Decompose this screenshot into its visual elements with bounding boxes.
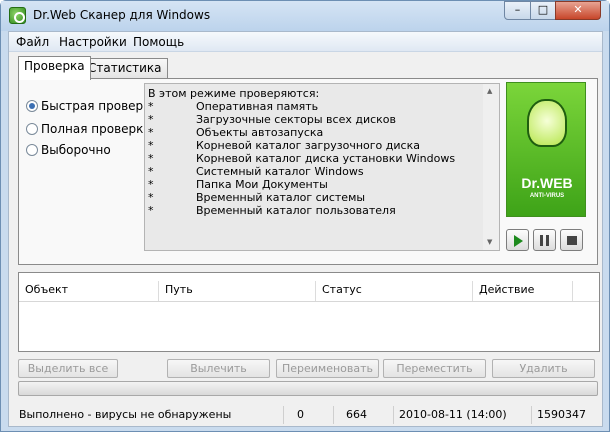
list-item-text: Оперативная память bbox=[196, 100, 319, 113]
menu-help[interactable]: Помощь bbox=[133, 35, 184, 49]
scan-description-box: В этом режиме проверяются: * Оперативная … bbox=[144, 83, 500, 251]
pause-scan-button[interactable] bbox=[533, 229, 556, 251]
list-item-text: Временный каталог системы bbox=[196, 191, 366, 204]
status-count-scanned: 664 bbox=[334, 406, 394, 424]
scroll-up-icon[interactable]: ▲ bbox=[487, 87, 492, 95]
scroll-down-icon[interactable]: ▼ bbox=[487, 238, 492, 246]
column-header-status[interactable]: Статус bbox=[316, 281, 473, 301]
title-bar[interactable]: Dr.Web Сканер для Windows – □ ✕ bbox=[1, 1, 609, 31]
list-item-text: Папка Мои Документы bbox=[196, 178, 328, 191]
cure-button[interactable]: Вылечить bbox=[167, 359, 270, 378]
bullet: * bbox=[148, 152, 154, 165]
scan-description-heading: В этом режиме проверяются: bbox=[148, 87, 320, 100]
status-count-total: 1590347 bbox=[537, 408, 586, 421]
menu-file[interactable]: Файл bbox=[16, 35, 49, 49]
stop-scan-button[interactable] bbox=[560, 229, 583, 251]
close-button[interactable]: ✕ bbox=[555, 1, 601, 20]
header-divider bbox=[19, 301, 599, 302]
radio-quick-scan[interactable]: Быстрая проверка bbox=[26, 99, 158, 113]
logo-brand: Dr.WEB bbox=[521, 175, 573, 191]
list-item-text: Системный каталог Windows bbox=[196, 165, 364, 178]
list-item-text: Временный каталог пользователя bbox=[196, 204, 396, 217]
bullet: * bbox=[148, 165, 154, 178]
stop-icon bbox=[567, 236, 577, 245]
radio-checked-icon bbox=[26, 100, 38, 112]
radio-full-scan[interactable]: Полная проверка bbox=[26, 122, 151, 136]
bullet: * bbox=[148, 126, 154, 139]
bullet: * bbox=[148, 178, 154, 191]
status-bar: Выполнено - вирусы не обнаружены 0 664 2… bbox=[9, 404, 602, 426]
drweb-app-icon bbox=[9, 7, 26, 24]
list-item-text: Корневой каталог загрузочного диска bbox=[196, 139, 420, 152]
radio-label: Выборочно bbox=[41, 143, 111, 157]
list-item-text: Объекты автозапуска bbox=[196, 126, 324, 139]
menu-settings[interactable]: Настройки bbox=[59, 35, 127, 49]
vertical-scrollbar[interactable]: ▲ ▼ bbox=[483, 84, 499, 250]
results-table[interactable]: Объект Путь Статус Действие bbox=[18, 272, 600, 352]
spider-shield-icon bbox=[527, 99, 567, 147]
status-datetime: 2010-08-11 (14:00) bbox=[394, 406, 532, 424]
column-header-path[interactable]: Путь bbox=[159, 281, 316, 301]
bullet: * bbox=[148, 100, 154, 113]
maximize-button[interactable]: □ bbox=[530, 1, 556, 20]
select-all-button[interactable]: Выделить все bbox=[18, 359, 118, 378]
play-icon bbox=[514, 235, 523, 247]
status-message: Выполнено - вирусы не обнаружены bbox=[14, 406, 284, 424]
radio-label: Полная проверка bbox=[41, 122, 151, 136]
minimize-button[interactable]: – bbox=[504, 1, 531, 20]
bullet: * bbox=[148, 204, 154, 217]
list-item-text: Загрузочные секторы всех дисков bbox=[196, 113, 397, 126]
window-title: Dr.Web Сканер для Windows bbox=[33, 8, 211, 22]
menu-bar: Файл Настройки Помощь bbox=[9, 32, 602, 52]
status-count-infected: 0 bbox=[284, 406, 334, 424]
logo-subtitle: ANTI-VIRUS bbox=[529, 193, 565, 199]
drweb-logo: Dr.WEB ANTI-VIRUS bbox=[506, 82, 586, 217]
radio-custom-scan[interactable]: Выборочно bbox=[26, 143, 111, 157]
column-header-object[interactable]: Объект bbox=[19, 281, 159, 301]
app-window: Dr.Web Сканер для Windows – □ ✕ Файл Нас… bbox=[0, 0, 610, 432]
radio-label: Быстрая проверка bbox=[41, 99, 158, 113]
radio-unchecked-icon bbox=[26, 144, 38, 156]
tab-statistics[interactable]: Статистика bbox=[82, 58, 168, 79]
pause-icon bbox=[540, 235, 550, 246]
list-item-text: Корневой каталог диска установки Windows bbox=[196, 152, 456, 165]
scan-progress-bar bbox=[18, 381, 598, 396]
start-scan-button[interactable] bbox=[506, 229, 529, 251]
delete-button[interactable]: Удалить bbox=[492, 359, 595, 378]
bullet: * bbox=[148, 191, 154, 204]
column-header-action[interactable]: Действие bbox=[473, 281, 573, 301]
rename-button[interactable]: Переименовать bbox=[276, 359, 379, 378]
radio-unchecked-icon bbox=[26, 123, 38, 135]
bullet: * bbox=[148, 113, 154, 126]
bullet: * bbox=[148, 139, 154, 152]
client-area: Файл Настройки Помощь Проверка Статистик… bbox=[8, 31, 603, 427]
move-button[interactable]: Переместить bbox=[383, 359, 486, 378]
tab-scan[interactable]: Проверка bbox=[18, 56, 91, 80]
